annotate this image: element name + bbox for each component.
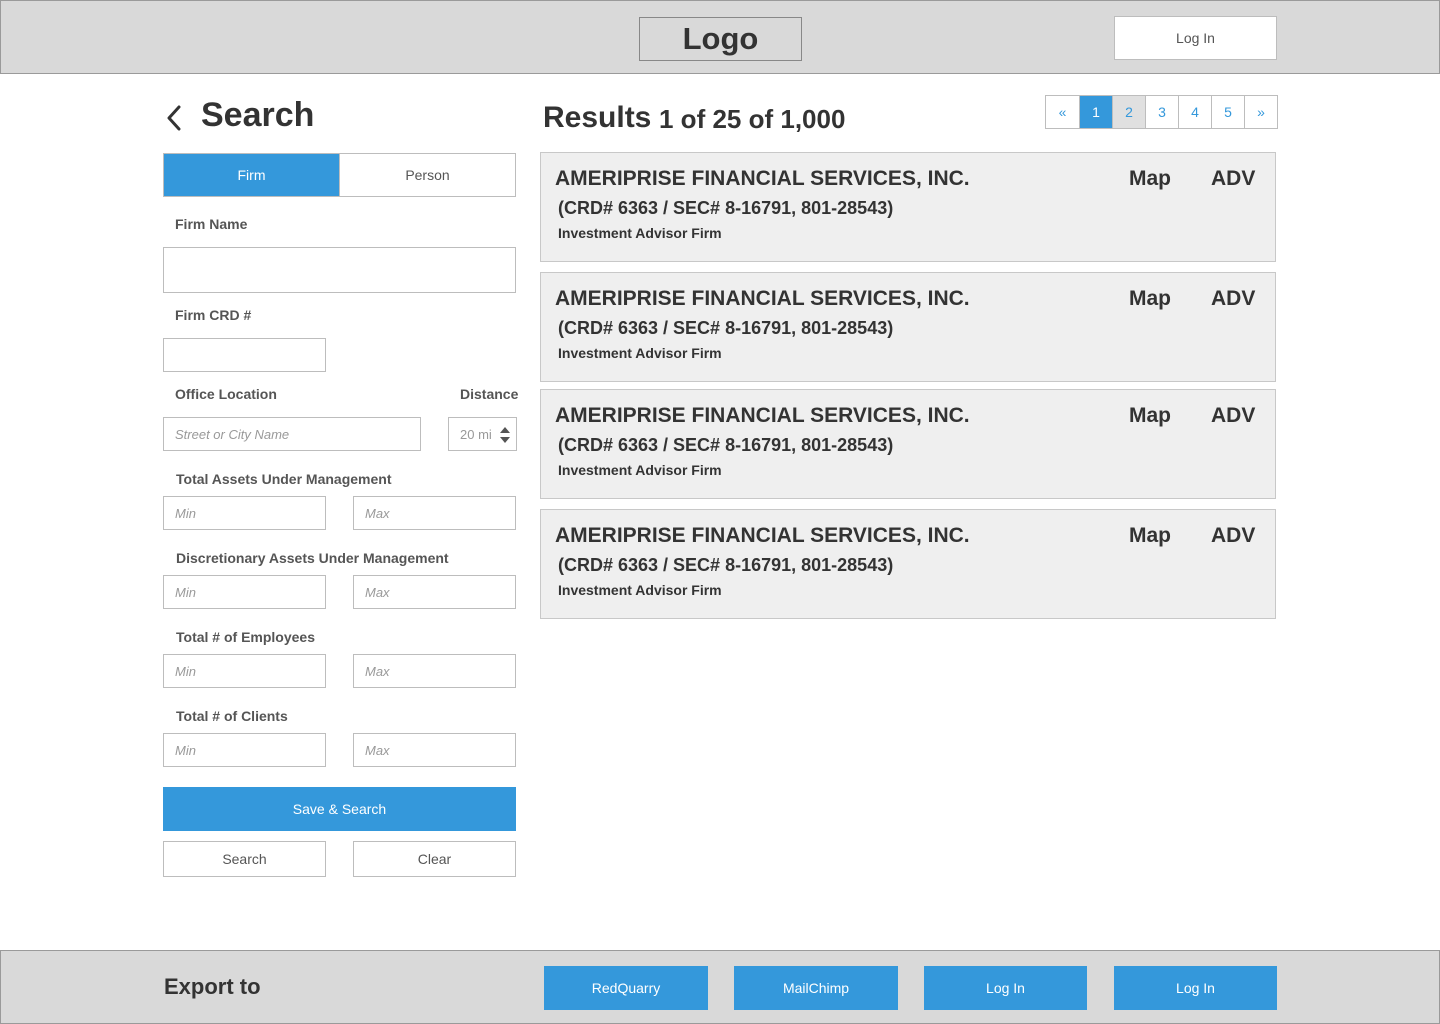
map-link[interactable]: Map — [1129, 167, 1171, 191]
office-location-input[interactable]: Street or City Name — [163, 417, 421, 451]
export-label: Export to — [164, 974, 261, 999]
tab-person[interactable]: Person — [339, 154, 515, 196]
office-location-label: Office Location — [175, 386, 277, 402]
result-card[interactable]: AMERIPRISE FINANCIAL SERVICES, INC. (CRD… — [540, 152, 1276, 262]
chevron-left-icon[interactable] — [163, 104, 187, 132]
total-aum-min-input[interactable]: Min — [163, 496, 326, 530]
page-next[interactable]: » — [1244, 96, 1277, 128]
adv-link[interactable]: ADV — [1211, 287, 1255, 311]
result-ids: (CRD# 6363 / SEC# 8-16791, 801-28543) — [558, 318, 894, 338]
page-2[interactable]: 2 — [1112, 96, 1145, 128]
result-ids: (CRD# 6363 / SEC# 8-16791, 801-28543) — [558, 198, 894, 218]
search-title: Search — [201, 96, 315, 134]
login-button[interactable]: Log In — [1114, 16, 1277, 60]
total-aum-label: Total Assets Under Management — [176, 471, 392, 487]
result-card[interactable]: AMERIPRISE FINANCIAL SERVICES, INC. (CRD… — [540, 509, 1276, 619]
footer-login-button-2[interactable]: Log In — [1114, 966, 1277, 1010]
distance-value: 20 mi — [460, 426, 492, 442]
stepper-arrows-icon[interactable] — [499, 426, 511, 444]
result-ids: (CRD# 6363 / SEC# 8-16791, 801-28543) — [558, 435, 894, 455]
adv-link[interactable]: ADV — [1211, 167, 1255, 191]
map-link[interactable]: Map — [1129, 524, 1171, 548]
clear-button[interactable]: Clear — [353, 841, 516, 877]
result-type: Investment Advisor Firm — [558, 345, 722, 361]
employees-min-input[interactable]: Min — [163, 654, 326, 688]
firm-crd-input[interactable] — [163, 338, 326, 372]
search-button[interactable]: Search — [163, 841, 326, 877]
firm-crd-label: Firm CRD # — [175, 307, 252, 323]
export-mailchimp-button[interactable]: MailChimp — [734, 966, 898, 1010]
result-name: AMERIPRISE FINANCIAL SERVICES, INC. — [555, 287, 970, 310]
result-card[interactable]: AMERIPRISE FINANCIAL SERVICES, INC. (CRD… — [540, 389, 1276, 499]
export-redquarry-button[interactable]: RedQuarry — [544, 966, 708, 1010]
search-type-toggle: Firm Person — [163, 153, 516, 197]
total-aum-max-input[interactable]: Max — [353, 496, 516, 530]
results-title: Results — [543, 101, 652, 134]
discretionary-aum-max-input[interactable]: Max — [353, 575, 516, 609]
tab-firm[interactable]: Firm — [164, 154, 339, 196]
page-1[interactable]: 1 — [1079, 96, 1112, 128]
footer-login-button[interactable]: Log In — [924, 966, 1087, 1010]
logo: Logo — [639, 17, 802, 61]
result-card[interactable]: AMERIPRISE FINANCIAL SERVICES, INC. (CRD… — [540, 272, 1276, 382]
discretionary-aum-label: Discretionary Assets Under Management — [176, 550, 449, 566]
distance-label: Distance — [460, 386, 519, 402]
adv-link[interactable]: ADV — [1211, 404, 1255, 428]
header-bar: Logo Log In — [0, 0, 1440, 74]
discretionary-aum-min-input[interactable]: Min — [163, 575, 326, 609]
result-name: AMERIPRISE FINANCIAL SERVICES, INC. — [555, 404, 970, 427]
distance-stepper[interactable]: 20 mi — [448, 417, 517, 451]
clients-min-input[interactable]: Min — [163, 733, 326, 767]
clients-label: Total # of Clients — [176, 708, 288, 724]
map-link[interactable]: Map — [1129, 404, 1171, 428]
page-4[interactable]: 4 — [1178, 96, 1211, 128]
result-name: AMERIPRISE FINANCIAL SERVICES, INC. — [555, 524, 970, 547]
employees-label: Total # of Employees — [176, 629, 315, 645]
footer-bar: Export to RedQuarry MailChimp Log In Log… — [0, 950, 1440, 1024]
result-ids: (CRD# 6363 / SEC# 8-16791, 801-28543) — [558, 555, 894, 575]
firm-name-label: Firm Name — [175, 216, 248, 232]
map-link[interactable]: Map — [1129, 287, 1171, 311]
employees-max-input[interactable]: Max — [353, 654, 516, 688]
results-count: 1 of 25 of 1,000 — [659, 104, 846, 134]
firm-name-input[interactable] — [163, 247, 516, 293]
page-3[interactable]: 3 — [1145, 96, 1178, 128]
clients-max-input[interactable]: Max — [353, 733, 516, 767]
result-type: Investment Advisor Firm — [558, 462, 722, 478]
pagination: « 1 2 3 4 5 » — [1045, 95, 1278, 129]
page-prev[interactable]: « — [1046, 96, 1079, 128]
result-name: AMERIPRISE FINANCIAL SERVICES, INC. — [555, 167, 970, 190]
adv-link[interactable]: ADV — [1211, 524, 1255, 548]
save-search-button[interactable]: Save & Search — [163, 787, 516, 831]
result-type: Investment Advisor Firm — [558, 582, 722, 598]
result-type: Investment Advisor Firm — [558, 225, 722, 241]
page-5[interactable]: 5 — [1211, 96, 1244, 128]
